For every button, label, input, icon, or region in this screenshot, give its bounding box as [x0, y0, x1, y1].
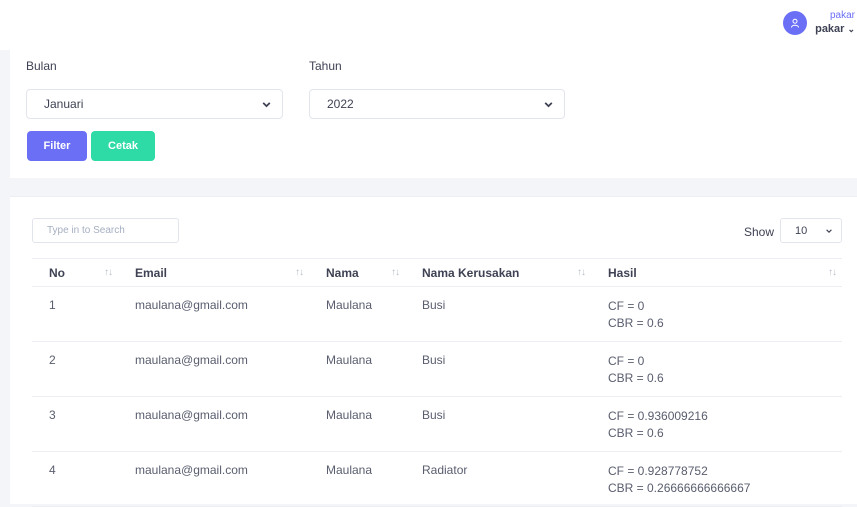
chevron-down-icon: [262, 102, 271, 108]
column-header-hasil[interactable]: Hasil ↑↓: [591, 258, 842, 287]
user-name-text: pakar: [815, 23, 845, 35]
cell-nama: Maulana: [309, 451, 405, 507]
sort-icon: ↑↓: [295, 267, 304, 278]
column-header-label: No: [49, 265, 65, 280]
table-header-row: No ↑↓ Email ↑↓ Nama ↑↓ Nama Kerusakan ↑↓ Has…: [32, 258, 842, 287]
hasil-cf: CF = 0.928778752: [608, 464, 708, 478]
cell-kerusakan: Radiator: [405, 451, 591, 507]
table-row: 4 maulana@gmail.com Maulana Radiator CF …: [32, 451, 842, 507]
search-input[interactable]: Type in to Search: [32, 218, 179, 243]
hasil-cf: CF = 0: [608, 354, 645, 368]
column-header-nama[interactable]: Nama ↑↓: [309, 258, 405, 287]
table-card: Type in to Search Show 10 No ↑↓ Email ↑↓ N…: [10, 196, 857, 507]
user-name[interactable]: pakar ⌄: [815, 22, 855, 36]
column-header-email[interactable]: Email ↑↓: [118, 258, 309, 287]
hasil-cf: CF = 0.936009216: [608, 409, 708, 423]
sort-icon: ↑↓: [391, 267, 400, 278]
filter-button[interactable]: Filter: [27, 131, 87, 161]
tahun-select[interactable]: 2022: [309, 89, 565, 119]
hasil-cbr: CBR = 0.26666666666667: [608, 481, 751, 495]
avatar[interactable]: [783, 11, 808, 35]
cetak-button[interactable]: Cetak: [91, 131, 155, 161]
hasil-cbr: CBR = 0.6: [608, 426, 664, 440]
tahun-select-value: 2022: [327, 97, 354, 111]
hasil-cbr: CBR = 0.6: [608, 371, 664, 385]
user-menu[interactable]: pakar pakar ⌄: [783, 6, 857, 40]
cell-nama: Maulana: [309, 286, 405, 342]
cell-hasil: CF = 0 CBR = 0.6: [591, 286, 842, 342]
user-role: pakar: [829, 10, 855, 21]
cell-no: 3: [32, 396, 118, 452]
cell-nama: Maulana: [309, 396, 405, 452]
column-header-label: Hasil: [608, 265, 637, 280]
bulan-label: Bulan: [26, 59, 57, 73]
cell-kerusakan: Busi: [405, 286, 591, 342]
results-table: No ↑↓ Email ↑↓ Nama ↑↓ Nama Kerusakan ↑↓ Has…: [32, 258, 842, 507]
bulan-select[interactable]: Januari: [26, 89, 283, 119]
cell-email: maulana@gmail.com: [118, 286, 309, 342]
show-label: Show: [744, 225, 775, 239]
cell-nama: Maulana: [309, 341, 405, 397]
filter-card: Bulan Tahun Januari 2022 Filter Cetak: [10, 50, 857, 178]
cell-hasil: CF = 0.928778752 CBR = 0.26666666666667: [591, 451, 842, 507]
page-length-select[interactable]: 10: [780, 218, 842, 243]
column-header-nama-kerusakan[interactable]: Nama Kerusakan ↑↓: [405, 258, 591, 287]
hasil-cf: CF = 0: [608, 299, 645, 313]
sort-icon: ↑↓: [104, 267, 113, 278]
topbar: pakar pakar ⌄: [0, 0, 857, 50]
tahun-label: Tahun: [309, 59, 342, 73]
cell-no: 2: [32, 341, 118, 397]
cell-email: maulana@gmail.com: [118, 341, 309, 397]
sort-icon: ↑↓: [577, 267, 586, 278]
table-row: 2 maulana@gmail.com Maulana Busi CF = 0C…: [32, 341, 842, 397]
column-header-no[interactable]: No ↑↓: [32, 258, 118, 287]
cell-no: 4: [32, 451, 118, 507]
cell-hasil: CF = 0 CBR = 0.6: [591, 341, 842, 397]
column-header-label: Nama: [326, 265, 359, 280]
cell-no: 1: [32, 286, 118, 342]
chevron-down-icon: [544, 102, 553, 108]
table-row: 1 maulana@gmail.com Maulana Busi CF = 0C…: [32, 286, 842, 342]
column-header-label: Nama Kerusakan: [422, 265, 520, 280]
cell-kerusakan: Busi: [405, 396, 591, 452]
sort-icon: ↑↓: [828, 267, 837, 278]
search-placeholder: Type in to Search: [47, 225, 125, 236]
column-header-label: Email: [135, 265, 168, 280]
table-row: 3 maulana@gmail.com Maulana Busi CF = 0.…: [32, 396, 842, 452]
page-length-value: 10: [795, 224, 808, 237]
user-icon: [791, 18, 800, 28]
chevron-down-icon: [826, 229, 832, 233]
cell-hasil: CF = 0.936009216 CBR = 0.6: [591, 396, 842, 452]
chevron-down-icon: ⌄: [847, 24, 855, 34]
bulan-select-value: Januari: [44, 97, 84, 111]
cell-email: maulana@gmail.com: [118, 451, 309, 507]
hasil-cbr: CBR = 0.6: [608, 316, 664, 330]
cell-email: maulana@gmail.com: [118, 396, 309, 452]
cell-kerusakan: Busi: [405, 341, 591, 397]
